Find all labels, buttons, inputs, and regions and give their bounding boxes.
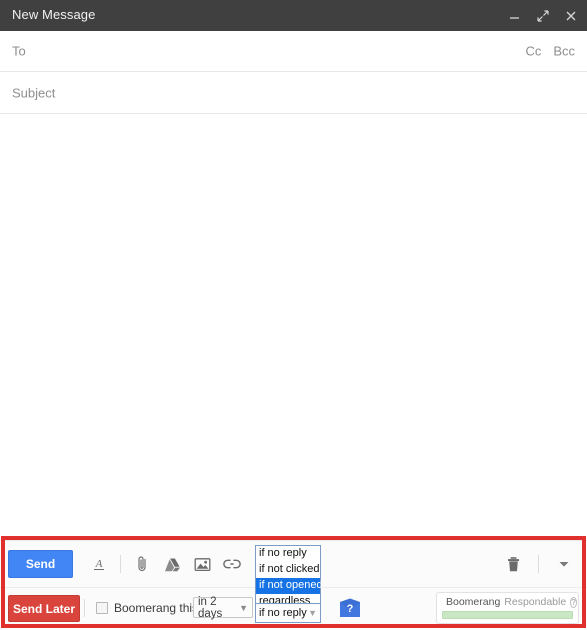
condition-option[interactable]: if not clicked (256, 562, 320, 578)
condition-option[interactable]: if no reply (256, 546, 320, 562)
bcc-link[interactable]: Bcc (553, 44, 575, 59)
condition-select-box[interactable]: if no reply ▼ (255, 603, 321, 623)
insert-drive-icon[interactable] (157, 549, 187, 579)
boomerang-respondable-widget[interactable]: Boomerang Respondable ? (436, 592, 579, 624)
send-button[interactable]: Send (8, 550, 73, 578)
condition-option-list: if no reply if not clicked if not opened… (255, 545, 323, 611)
trash-icon[interactable] (498, 549, 528, 579)
insert-photo-icon[interactable] (187, 549, 217, 579)
respondable-help-icon[interactable]: ? (570, 596, 577, 608)
cc-bcc-group: Cc Bcc (525, 44, 575, 59)
close-icon[interactable] (564, 9, 578, 23)
toolbar-divider (120, 555, 121, 573)
boomerang-this-checkbox[interactable] (96, 602, 108, 614)
svg-text:?: ? (347, 603, 354, 615)
subject-field-row[interactable]: Subject (0, 72, 587, 114)
condition-option-highlighted[interactable]: if not opened (256, 578, 323, 594)
toolbar-divider-right (538, 555, 539, 573)
toolbar-right-group (498, 541, 579, 587)
attach-file-icon[interactable] (127, 549, 157, 579)
to-placeholder: To (12, 43, 26, 59)
to-field-row[interactable]: To Cc Bcc (0, 31, 587, 72)
expand-icon[interactable] (536, 9, 550, 23)
boomerang-this-group: Boomerang this (83, 588, 199, 628)
window-title: New Message (12, 7, 96, 22)
respondable-title: Respondable (504, 596, 567, 608)
insert-link-icon[interactable] (217, 549, 247, 579)
condition-selected-value: if no reply (259, 607, 307, 619)
boomerang-delay-value: in 2 days (198, 595, 223, 620)
window-controls (508, 0, 578, 31)
boomerang-delay-select[interactable]: in 2 days ▼ (193, 595, 253, 620)
formatting-icon-group: A (84, 541, 247, 587)
compose-toolbar: Send A Send Later Boomerang this in 2 da… (0, 540, 587, 626)
format-text-icon[interactable]: A (84, 549, 114, 579)
send-later-button[interactable]: Send Later (8, 595, 80, 622)
more-options-icon[interactable] (549, 549, 579, 579)
boomerang-help-icon[interactable]: ? (338, 597, 362, 619)
titlebar: New Message (0, 0, 587, 31)
message-body[interactable] (0, 114, 587, 536)
svg-text:A: A (95, 558, 103, 570)
respondable-header: Boomerang Respondable ? (437, 593, 578, 611)
compose-window: New Message To Cc Bcc Subject Send A Sen… (0, 0, 587, 630)
chevron-down-icon: ▼ (308, 608, 317, 618)
respondable-brand: Boomerang (446, 596, 501, 608)
respondable-score-bar (442, 611, 573, 619)
cc-link[interactable]: Cc (525, 44, 541, 59)
minimize-icon[interactable] (508, 9, 522, 23)
subject-placeholder: Subject (12, 85, 56, 100)
chevron-down-icon: ▼ (239, 602, 248, 613)
boomerang-this-label: Boomerang this (114, 601, 199, 615)
